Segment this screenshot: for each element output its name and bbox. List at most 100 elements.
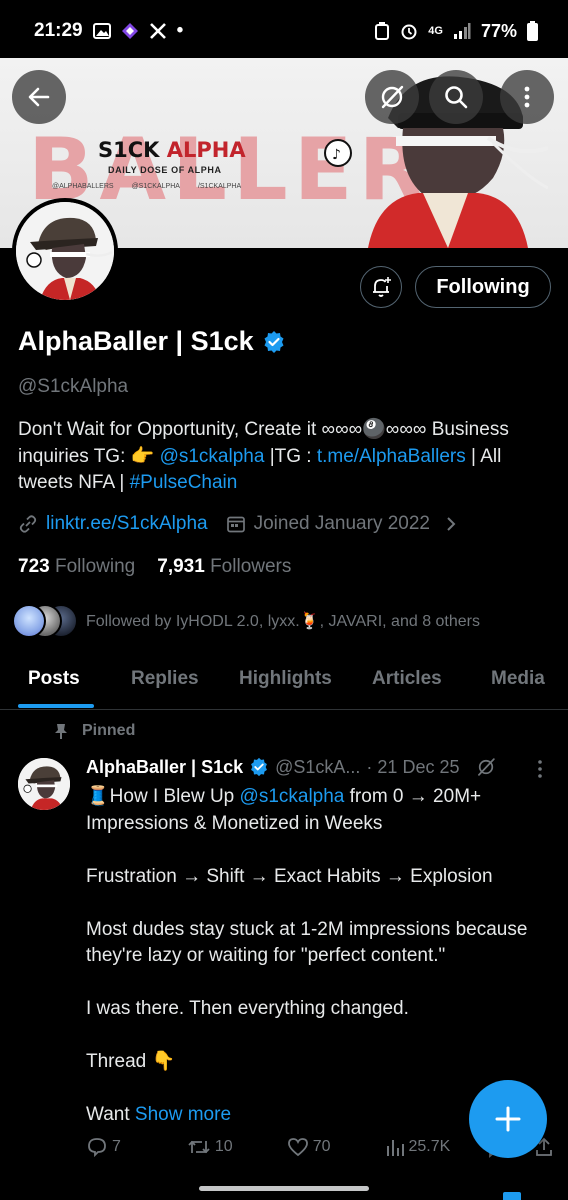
banner-tagline: DAILY DOSE OF ALPHA xyxy=(108,165,222,175)
active-tab-indicator xyxy=(18,704,94,708)
plus-icon xyxy=(495,1106,521,1132)
followed-by-text: Followed by IyHODL 2.0, lyxx.🍹, JAVARI, … xyxy=(86,613,480,630)
joined-date: Joined January 2022 xyxy=(253,513,431,534)
reply-icon xyxy=(88,1138,106,1158)
post-last-line: Want xyxy=(86,1104,135,1125)
followed-by-row[interactable]: Followed by IyHODL 2.0, lyxx.🍹, JAVARI, … xyxy=(12,604,480,638)
tab-replies[interactable]: Replies xyxy=(131,668,199,690)
link-icon xyxy=(19,515,37,533)
more-vertical-icon xyxy=(524,86,530,108)
back-button[interactable] xyxy=(12,70,66,124)
battery-saver-icon xyxy=(374,22,390,40)
post-author-avatar[interactable] xyxy=(18,758,70,810)
bio-line-1: Don't Wait for Opportunity, Create it ∞∞… xyxy=(18,419,509,440)
more-options-button[interactable] xyxy=(500,70,554,124)
followers-count-label: Followers xyxy=(210,556,292,577)
post-date[interactable]: · 21 Dec 25 xyxy=(366,757,459,778)
bio-line-2-mid: |TG : xyxy=(264,445,317,467)
following-count-label: Following xyxy=(54,556,136,577)
post-body[interactable]: 🧵How I Blew Up @s1ckalpha from 0 → 20M+ … xyxy=(86,784,556,1129)
bottom-nav-peek xyxy=(503,1192,521,1200)
banner-social-twitch: /S1CKALPHA xyxy=(197,183,242,190)
like-count: 70 xyxy=(312,1138,331,1155)
display-name: AlphaBaller | S1ck xyxy=(18,326,254,356)
post-author-handle[interactable]: @S1ckA... xyxy=(275,757,360,778)
views-count: 25.7K xyxy=(408,1138,451,1155)
x-logo-icon xyxy=(149,22,167,40)
bio-mention-link[interactable]: @s1ckalpha xyxy=(160,446,265,467)
post-para-3: Most dudes stay stuck at 1-2M impression… xyxy=(86,918,528,967)
bell-plus-icon xyxy=(373,277,391,297)
profile-avatar[interactable] xyxy=(12,198,118,304)
grok-icon xyxy=(381,85,404,109)
pinned-label-row: Pinned xyxy=(52,722,135,740)
followed-by-avatars xyxy=(12,604,78,638)
bio-line-2-text: inquiries TG: 👉 xyxy=(18,445,160,467)
banner-social-x: @S1CKALPHA xyxy=(131,183,180,190)
post-line-1-text: 🧵How I Blew Up xyxy=(86,786,240,807)
profile-tabs: Posts Replies Highlights Articles Media xyxy=(0,656,568,710)
name-row: AlphaBaller | S1ck xyxy=(18,326,286,357)
gallery-icon xyxy=(92,23,111,39)
notification-dot: • xyxy=(176,20,184,41)
calendar-icon xyxy=(226,516,245,533)
profile-handle: @S1ckAlpha xyxy=(18,376,129,397)
banner-brand: S1CK ALPHA xyxy=(98,138,246,162)
post-para-5: Thread 👇 xyxy=(86,1051,176,1072)
banner-social-youtube: @ALPHABALLERS xyxy=(52,183,114,190)
tab-media[interactable]: Media xyxy=(491,668,545,690)
reply-count: 7 xyxy=(112,1138,121,1155)
profile-bio: Don't Wait for Opportunity, Create it ∞∞… xyxy=(18,417,558,497)
bio-line-3-text: tweets NFA | xyxy=(18,472,130,493)
verified-badge-icon[interactable] xyxy=(262,330,286,354)
battery-percent: 77% xyxy=(480,20,517,41)
follow-counts: 723 Following 7,931 Followers xyxy=(18,556,291,578)
grok-button[interactable] xyxy=(365,70,419,124)
tab-posts[interactable]: Posts xyxy=(28,668,80,690)
alarm-icon xyxy=(400,22,418,40)
followers-count-link[interactable]: 7,931 Followers xyxy=(157,556,291,578)
views-chart-icon xyxy=(386,1140,404,1156)
notifications-button[interactable] xyxy=(360,266,402,308)
bio-hashtag-link[interactable]: #PulseChain xyxy=(130,472,238,493)
following-count: 723 xyxy=(18,556,50,577)
post-para-2: Frustration → Shift → Exact Habits → Exp… xyxy=(86,865,493,887)
compose-post-button[interactable] xyxy=(469,1080,547,1158)
follower-avatar-1 xyxy=(12,604,46,638)
post-avatar-illustration xyxy=(18,758,70,810)
heart-icon xyxy=(287,1138,308,1157)
status-bar: 21:29 • 4G 77% xyxy=(0,0,568,62)
post-line-1-post: from 0 → 20M+ xyxy=(344,786,482,807)
post-para-4: I was there. Then everything changed. xyxy=(86,998,409,1019)
like-button[interactable]: 70 xyxy=(287,1136,331,1158)
profile-meta-row: linktr.ee/S1ckAlpha Joined January 2022 xyxy=(18,513,460,535)
tab-highlights[interactable]: Highlights xyxy=(239,668,332,690)
app-notification-icon xyxy=(121,22,139,40)
arrow-left-icon xyxy=(28,87,50,107)
bio-telegram-link[interactable]: t.me/AlphaBallers xyxy=(317,446,466,467)
pin-icon xyxy=(55,724,67,739)
status-time: 21:29 xyxy=(34,20,83,41)
search-button[interactable] xyxy=(429,70,483,124)
reply-button[interactable]: 7 xyxy=(86,1136,121,1158)
show-more-link[interactable]: Show more xyxy=(135,1104,231,1125)
following-count-link[interactable]: 723 Following xyxy=(18,556,135,578)
avatar-illustration xyxy=(16,202,114,300)
home-indicator[interactable] xyxy=(199,1186,369,1191)
repost-button[interactable]: 10 xyxy=(187,1136,233,1158)
signal-icon xyxy=(453,23,471,39)
more-vertical-icon xyxy=(538,760,542,778)
website-link[interactable]: linktr.ee/S1ckAlpha xyxy=(46,513,208,535)
following-button[interactable]: Following xyxy=(415,266,551,308)
chevron-right-icon[interactable] xyxy=(442,515,460,533)
repost-count: 10 xyxy=(214,1138,233,1155)
post-mention-link[interactable]: @s1ckalpha xyxy=(240,786,345,807)
post-author-name[interactable]: AlphaBaller | S1ck xyxy=(86,757,243,778)
grok-icon[interactable] xyxy=(475,756,497,778)
network-type: 4G xyxy=(428,25,443,37)
tab-articles[interactable]: Articles xyxy=(372,668,442,690)
post-more-button[interactable] xyxy=(530,758,550,785)
followers-count: 7,931 xyxy=(157,556,205,577)
repost-icon xyxy=(188,1140,210,1154)
views-button[interactable]: 25.7K xyxy=(385,1136,451,1158)
